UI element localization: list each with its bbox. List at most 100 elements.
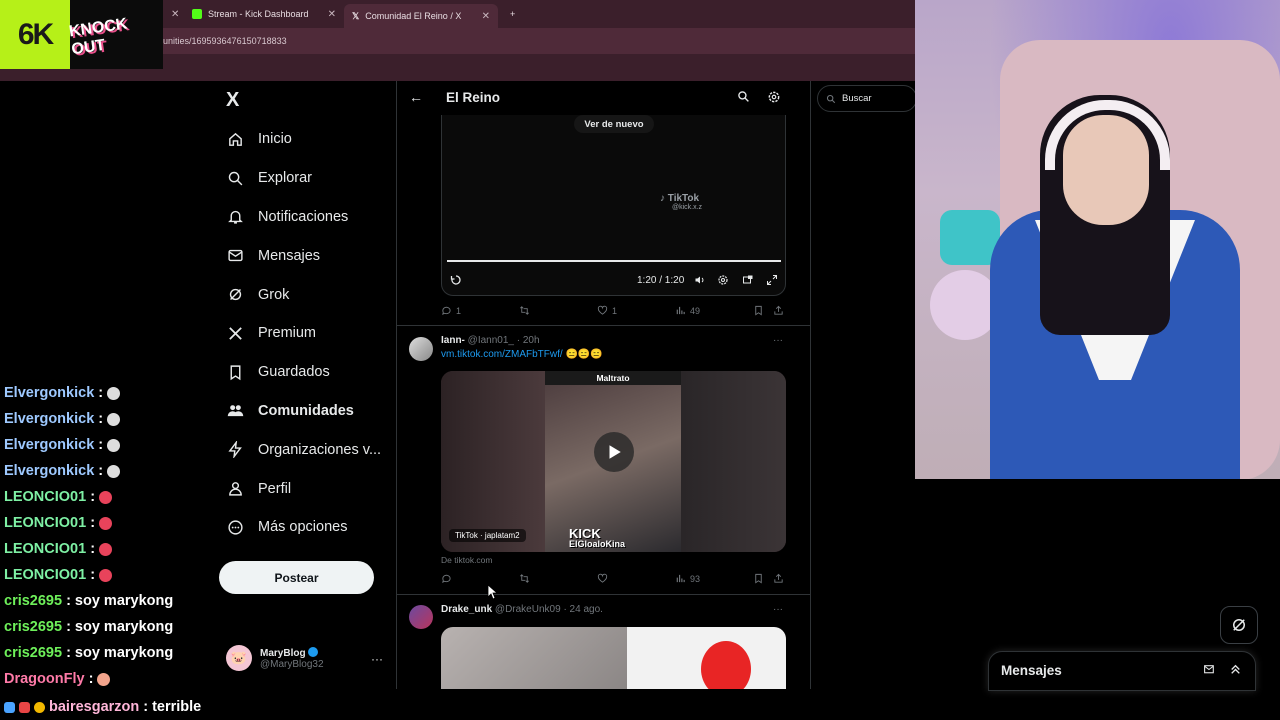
close-icon[interactable]: ✕ xyxy=(482,11,490,22)
play-button[interactable] xyxy=(594,432,634,472)
nav-item-notificaciones[interactable]: Notificaciones xyxy=(226,198,396,237)
bookmark-button[interactable] xyxy=(753,305,764,316)
chat-line: LEONCIO01: xyxy=(4,536,224,562)
author-name[interactable]: Drake_unk xyxy=(441,604,492,615)
search-input[interactable]: Buscar xyxy=(817,85,917,112)
plus-icon[interactable]: + xyxy=(510,9,515,19)
grok-floating-button[interactable] xyxy=(1220,606,1258,644)
views-button[interactable]: 93 xyxy=(675,573,700,584)
author-handle[interactable]: @DrakeUnk09 xyxy=(495,604,561,615)
account-switcher[interactable]: 🐷 MaryBlog @MaryBlog32 xyxy=(226,643,386,673)
nav-item-organizaciones-v[interactable]: Organizaciones v... xyxy=(226,430,396,469)
nav-item-label: Perfil xyxy=(258,480,292,497)
home-icon xyxy=(226,130,244,148)
chat-line-bottom: bairesgarzon : terrible xyxy=(4,696,201,718)
more-icon[interactable]: ··· xyxy=(773,604,783,615)
chat-line: LEONCIO01: xyxy=(4,562,224,588)
tweet-media[interactable] xyxy=(441,627,786,689)
repost-button[interactable] xyxy=(519,305,530,316)
new-tab-button[interactable]: + xyxy=(502,4,523,24)
repost-icon xyxy=(520,574,529,583)
share-button[interactable] xyxy=(773,573,784,584)
bookmark-button[interactable] xyxy=(753,573,764,584)
views-button[interactable]: 49 xyxy=(675,305,700,316)
video-card[interactable]: Maltrato KICK ElGloaloKina TikTok · japl… xyxy=(441,371,786,552)
close-icon[interactable]: ✕ xyxy=(171,9,179,20)
replay-icon[interactable] xyxy=(450,274,462,289)
reply-button[interactable]: 1 xyxy=(441,305,461,316)
back-arrow-icon[interactable]: ← xyxy=(409,89,423,105)
chat-username: DragoonFly xyxy=(4,671,85,687)
like-button[interactable] xyxy=(597,573,608,584)
chat-line: cris2695: soy marykong xyxy=(4,588,224,614)
chat-message: soy marykong xyxy=(74,593,174,609)
avatar[interactable] xyxy=(409,605,433,629)
reply-button[interactable] xyxy=(441,573,452,584)
community-timeline: Ver de nuevo ♪ TikTok @kick.x.z 1:20 / 1… xyxy=(396,81,811,689)
nav-item-inicio[interactable]: Inicio xyxy=(226,120,396,159)
chevron-up-icon[interactable] xyxy=(1229,663,1242,681)
nav-item-perfil[interactable]: Perfil xyxy=(226,469,396,508)
fullscreen-icon[interactable] xyxy=(766,274,778,289)
messages-title[interactable]: Mensajes xyxy=(1001,663,1062,678)
primary-nav: Inicio Explorar Notificaciones Mensajes Grok… xyxy=(226,120,396,547)
nav-item-premium[interactable]: Premium xyxy=(226,314,396,353)
pip-icon[interactable] xyxy=(742,274,754,289)
chat-separator: : xyxy=(90,541,96,557)
tab-kick-dashboard[interactable]: Stream - Kick Dashboard ✕ xyxy=(184,4,344,24)
close-icon[interactable]: ✕ xyxy=(328,9,336,20)
author-name[interactable]: Iann- xyxy=(441,335,465,346)
bell-icon xyxy=(226,208,244,226)
share-button[interactable] xyxy=(773,305,784,316)
nav-item-comunidades[interactable]: Comunidades xyxy=(226,392,396,431)
nav-item-mensajes[interactable]: Mensajes xyxy=(226,236,396,275)
reply-count: 1 xyxy=(456,305,462,316)
tweet-time[interactable]: · 24 ago. xyxy=(563,604,602,615)
video-progress-bar[interactable] xyxy=(447,260,781,262)
tweet-time[interactable]: · 20h xyxy=(517,335,540,346)
nav-item-más-opciones[interactable]: Más opciones xyxy=(226,508,396,547)
search-icon[interactable] xyxy=(737,90,750,108)
nav-item-label: Grok xyxy=(258,286,290,303)
chat-separator: : xyxy=(98,411,104,427)
avatar[interactable]: 🐷 xyxy=(226,645,252,671)
stream-chat: Elvergonkick: Elvergonkick: Elvergonkick: E… xyxy=(4,380,224,692)
tab-comunidad-el-reino[interactable]: 𝕏 Comunidad El Reino / X ✕ xyxy=(344,4,498,28)
settings-icon[interactable] xyxy=(717,274,729,289)
repost-icon xyxy=(520,306,529,315)
chat-separator: : xyxy=(143,699,149,715)
more-icon[interactable]: ··· xyxy=(773,335,783,346)
volume-icon[interactable] xyxy=(694,274,706,289)
divider xyxy=(397,594,810,595)
like-button[interactable]: 1 xyxy=(597,305,617,316)
messages-drawer[interactable]: Mensajes xyxy=(988,651,1256,691)
url-text[interactable]: unities/1695936476150718833 xyxy=(163,36,287,46)
nav-item-grok[interactable]: Grok xyxy=(226,275,396,314)
knockout-text: KNOCK OUT xyxy=(67,14,129,58)
author-handle[interactable]: @Iann01_ xyxy=(468,335,514,346)
x-logo-icon[interactable]: X xyxy=(226,89,239,112)
repost-button[interactable] xyxy=(519,573,530,584)
chat-line: Elvergonkick: xyxy=(4,380,224,406)
gear-icon[interactable] xyxy=(767,90,781,109)
tiktok-link[interactable]: vm.tiktok.com/ZMAFbTFwf/ xyxy=(441,349,563,360)
media-image-left[interactable] xyxy=(441,627,627,689)
nav-item-explorar[interactable]: Explorar xyxy=(226,159,396,198)
tweet-emojis: 😑😑😑 xyxy=(565,349,603,360)
replay-button[interactable]: Ver de nuevo xyxy=(574,115,654,133)
video-player[interactable]: Ver de nuevo ♪ TikTok @kick.x.z 1:20 / 1… xyxy=(441,115,786,296)
chat-message: soy marykong xyxy=(74,645,174,661)
lightning-icon xyxy=(226,441,244,459)
more-icon[interactable]: ··· xyxy=(371,652,383,666)
kick-favicon-icon xyxy=(192,9,202,19)
nav-item-guardados[interactable]: Guardados xyxy=(226,353,396,392)
avatar[interactable] xyxy=(409,337,433,361)
tweet-actions: 1 1 49 xyxy=(441,305,791,319)
chat-username: LEONCIO01 xyxy=(4,567,87,583)
new-message-icon[interactable] xyxy=(1203,663,1216,681)
tab-label: Comunidad El Reino / X xyxy=(365,11,462,21)
post-button[interactable]: Postear xyxy=(219,561,374,594)
tweet-text: vm.tiktok.com/ZMAFbTFwf/ 😑😑😑 xyxy=(441,349,603,360)
link-source[interactable]: De tiktok.com xyxy=(441,555,493,565)
chat-line: cris2695: soy marykong xyxy=(4,614,224,640)
